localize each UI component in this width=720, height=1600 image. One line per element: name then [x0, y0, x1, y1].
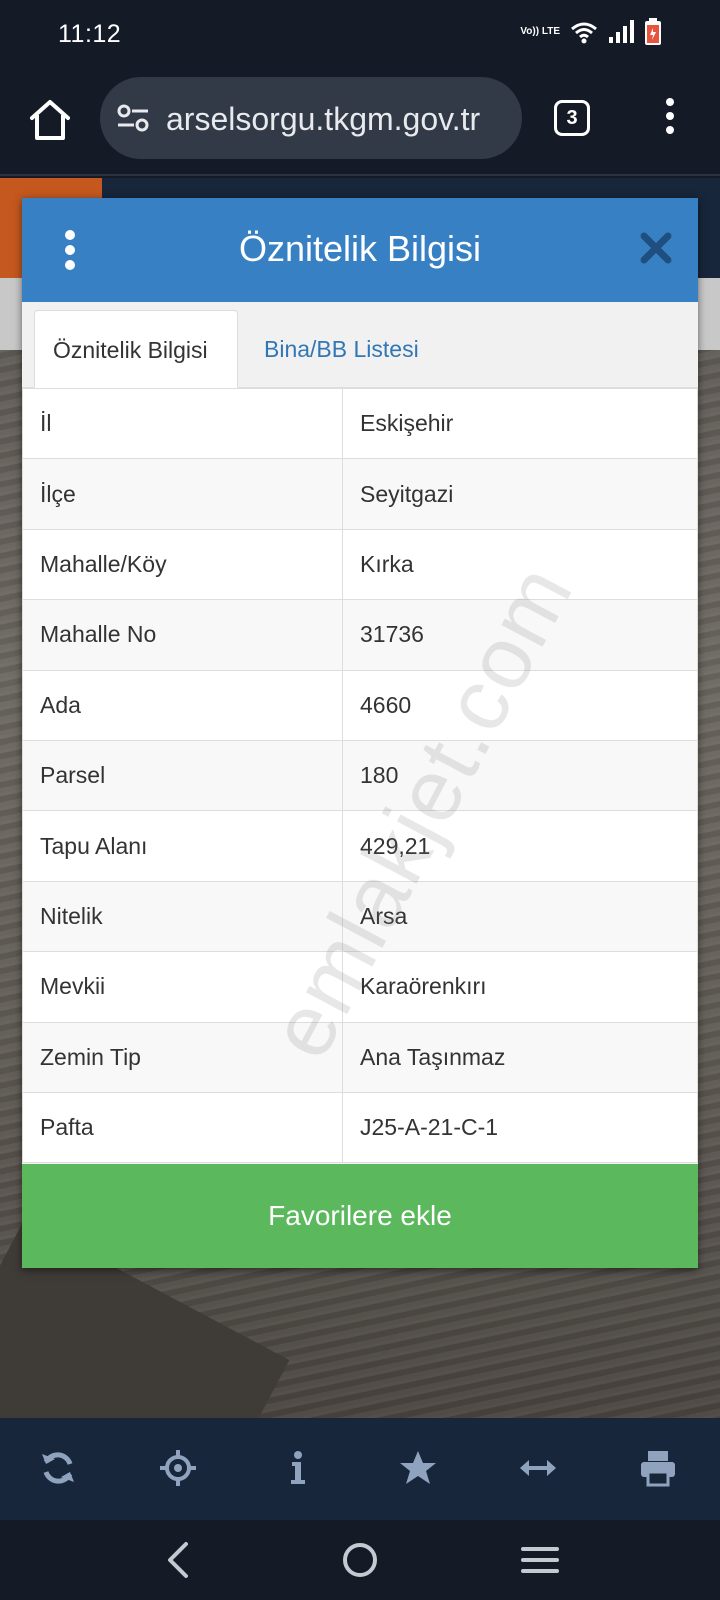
- dialog-tabs: Öznitelik Bilgisi Bina/BB Listesi: [22, 302, 698, 388]
- browser-menu-icon[interactable]: [660, 98, 680, 138]
- refresh-icon[interactable]: [38, 1448, 78, 1488]
- attribute-row: Pafta J25-A-21-C-1: [22, 1091, 698, 1164]
- tab-building-list[interactable]: Bina/BB Listesi: [246, 310, 437, 388]
- home-circle-icon[interactable]: [340, 1540, 380, 1580]
- attribute-key: Mahalle/Köy: [22, 528, 343, 601]
- status-icons: Vo)) LTE: [520, 18, 662, 46]
- tab-attribute-info[interactable]: Öznitelik Bilgisi: [34, 310, 238, 388]
- attribute-row: Tapu Alanı 429,21: [22, 810, 698, 882]
- attribute-key: Nitelik: [22, 880, 343, 953]
- add-to-favorites-button[interactable]: Favorilere ekle: [22, 1164, 698, 1268]
- attribute-row: Mahalle No 31736: [22, 599, 698, 671]
- attribute-value: Eskişehir: [342, 387, 698, 460]
- attribute-key: Mahalle No: [22, 599, 343, 671]
- signal-icon: [609, 20, 634, 43]
- attribute-value: J25-A-21-C-1: [342, 1091, 698, 1164]
- back-icon[interactable]: [160, 1540, 200, 1580]
- attribute-value: 4660: [342, 669, 698, 741]
- locate-icon[interactable]: [158, 1448, 198, 1488]
- attribute-key: İl: [22, 387, 343, 460]
- recents-menu-icon[interactable]: [520, 1540, 560, 1580]
- attribute-table: İl Eskişehir İlçe Seyitgazi Mahalle/Köy Kırka…: [22, 387, 698, 1164]
- browser-toolbar: arselsorgu.tkgm.gov.tr 3: [0, 68, 720, 176]
- dialog-title: Öznitelik Bilgisi: [238, 228, 482, 269]
- attribute-row: Parsel 180: [22, 739, 698, 812]
- attribute-value: 429,21: [342, 810, 698, 882]
- attribute-row: Nitelik Arsa: [22, 880, 698, 953]
- attribute-row: Ada 4660: [22, 669, 698, 741]
- close-icon[interactable]: [638, 230, 674, 266]
- attribute-row: Zemin Tip Ana Taşınmaz: [22, 1021, 698, 1093]
- attribute-key: Mevkii: [22, 951, 343, 1023]
- site-settings-icon[interactable]: [116, 103, 150, 133]
- attribute-key: Zemin Tip: [22, 1021, 343, 1093]
- attribute-key: İlçe: [22, 458, 343, 530]
- dialog-header: Öznitelik Bilgisi: [22, 198, 698, 302]
- attribute-value: Kırka: [342, 528, 698, 601]
- attribute-row: Mahalle/Köy Kırka: [22, 528, 698, 601]
- attribute-key: Parsel: [22, 739, 343, 812]
- star-icon[interactable]: [398, 1448, 438, 1488]
- attribute-value: Karaörenkırı: [342, 951, 698, 1023]
- attribute-value: Arsa: [342, 880, 698, 953]
- attribute-value: 180: [342, 739, 698, 812]
- attribute-row: İlçe Seyitgazi: [22, 458, 698, 530]
- attribute-key: Tapu Alanı: [22, 810, 343, 882]
- attribute-row: İl Eskişehir: [22, 387, 698, 460]
- home-icon[interactable]: [26, 96, 74, 144]
- attribute-row: Mevkii Karaörenkırı: [22, 951, 698, 1023]
- attribute-value: Seyitgazi: [342, 458, 698, 530]
- address-bar[interactable]: arselsorgu.tkgm.gov.tr: [100, 77, 522, 159]
- volte-icon: Vo)) LTE: [520, 26, 560, 37]
- system-navigation-bar: [0, 1520, 720, 1600]
- url-text: arselsorgu.tkgm.gov.tr: [166, 101, 481, 137]
- info-icon[interactable]: [278, 1448, 318, 1488]
- measure-icon[interactable]: [518, 1448, 558, 1488]
- attribute-value: Ana Taşınmaz: [342, 1021, 698, 1093]
- print-icon[interactable]: [638, 1448, 678, 1488]
- map-toolbar: [0, 1418, 720, 1520]
- attribute-key: Pafta: [22, 1091, 343, 1164]
- wifi-icon: [571, 22, 597, 44]
- battery-icon: [645, 18, 661, 45]
- attribute-info-dialog: Öznitelik Bilgisi Öznitelik Bilgisi Bina…: [22, 198, 698, 1268]
- status-time: 11:12: [58, 20, 122, 48]
- attribute-value: 31736: [342, 599, 698, 671]
- attribute-key: Ada: [22, 669, 343, 741]
- tab-switcher-button[interactable]: 3: [554, 100, 590, 136]
- status-bar: 11:12 Vo)) LTE: [0, 0, 720, 68]
